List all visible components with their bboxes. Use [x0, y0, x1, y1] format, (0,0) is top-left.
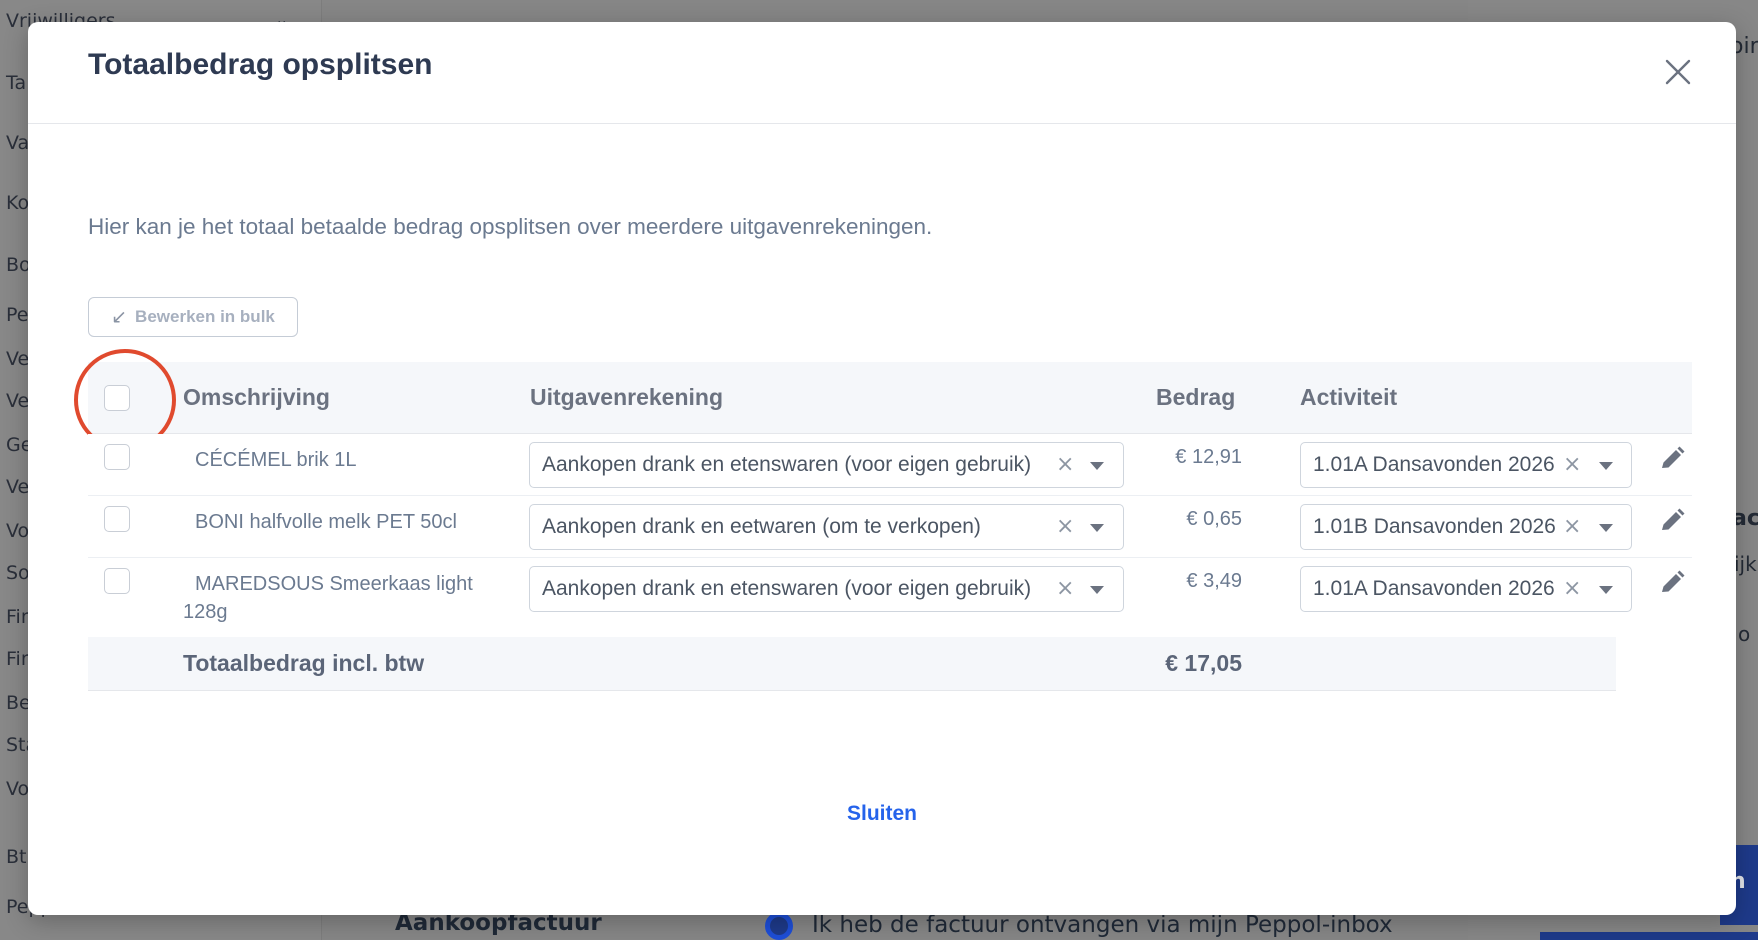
row-amount: € 3,49: [1186, 570, 1242, 592]
bulk-edit-button[interactable]: ↙ Bewerken in bulk: [88, 297, 298, 337]
pencil-icon[interactable]: [1658, 508, 1686, 536]
account-select-value: Aankopen drank en etenswaren (voor eigen…: [542, 577, 1032, 600]
chevron-down-icon[interactable]: [1599, 524, 1613, 532]
table-row: BONI halfvolle melk PET 50cl Aankopen dr…: [88, 496, 1692, 558]
bulk-edit-label: Bewerken in bulk: [135, 307, 275, 326]
row-amount: € 0,65: [1186, 508, 1242, 530]
account-select-value: Aankopen drank en etenswaren (voor eigen…: [542, 453, 1032, 476]
chevron-down-icon[interactable]: [1090, 462, 1104, 470]
bg-nav-item: Ve: [6, 390, 30, 412]
intro-text: Hier kan je het totaal betaalde bedrag o…: [88, 214, 933, 239]
bg-nav-item: Va: [6, 132, 30, 154]
close-button[interactable]: [1662, 56, 1694, 88]
account-select[interactable]: Aankopen drank en eetwaren (om te verkop…: [529, 504, 1124, 550]
clear-icon[interactable]: ×: [1056, 576, 1074, 601]
header-account: Uitgavenrekening: [530, 384, 723, 410]
table-header: Omschrijving Uitgavenrekening Bedrag Act…: [74, 349, 1692, 451]
arrow-down-left-icon: ↙: [111, 306, 128, 328]
clear-icon[interactable]: ×: [1056, 452, 1074, 477]
bg-nav-item: Bo: [6, 254, 31, 276]
clear-icon[interactable]: ×: [1563, 452, 1581, 477]
activity-select[interactable]: 1.01A Dansavonden 2026 ×: [1300, 442, 1632, 488]
bg-fragment: o: [1738, 622, 1751, 646]
bg-bottom-bar: [1540, 932, 1758, 940]
row-description: MAREDSOUS Smeerkaas light 128g: [183, 573, 473, 623]
bg-nav-item: Vo: [6, 520, 30, 542]
clear-icon[interactable]: ×: [1563, 576, 1581, 601]
table-row: MAREDSOUS Smeerkaas light 128g Aankopen …: [88, 558, 1692, 637]
activity-select[interactable]: 1.01A Dansavonden 2026 ×: [1300, 566, 1632, 612]
bg-nav-item: Vo: [6, 778, 30, 800]
activity-select[interactable]: 1.01B Dansavonden 2026 ×: [1300, 504, 1632, 550]
chevron-down-icon[interactable]: [1090, 586, 1104, 594]
close-icon: [1665, 59, 1691, 85]
split-table: Omschrijving Uitgavenrekening Bedrag Act…: [74, 349, 1692, 691]
table-row: CÉCÉMEL brik 1L Aankopen drank en etensw…: [88, 434, 1692, 496]
bg-nav-item: Ve: [6, 476, 30, 498]
bg-fragment: ijk: [1734, 552, 1757, 576]
clear-icon[interactable]: ×: [1056, 514, 1074, 539]
bg-nav-item: So: [6, 562, 30, 584]
row-checkbox[interactable]: [104, 506, 130, 532]
pencil-icon[interactable]: [1658, 446, 1686, 474]
select-all-checkbox[interactable]: [104, 385, 130, 411]
chevron-down-icon[interactable]: [1599, 462, 1613, 470]
row-checkbox[interactable]: [104, 568, 130, 594]
account-select[interactable]: Aankopen drank en etenswaren (voor eigen…: [529, 566, 1124, 612]
row-amount: € 12,91: [1175, 446, 1242, 468]
row-description: CÉCÉMEL brik 1L: [195, 449, 357, 471]
total-amount: € 17,05: [1165, 650, 1242, 676]
bg-nav-item: Ko: [6, 192, 30, 214]
clear-icon[interactable]: ×: [1563, 514, 1581, 539]
bg-nav-item: Pe: [6, 304, 29, 326]
bg-nav-item: Ta: [6, 72, 27, 94]
bg-radio-selected: [765, 912, 793, 940]
activity-select-value: 1.01A Dansavonden 2026: [1313, 577, 1555, 600]
row-description: BONI halfvolle melk PET 50cl: [195, 511, 457, 533]
header-amount: Bedrag: [1156, 384, 1236, 410]
modal-title: Totaalbedrag opsplitsen: [88, 48, 433, 81]
total-row: Totaalbedrag incl. btw € 17,05: [88, 637, 1616, 691]
split-amount-modal: Totaalbedrag opsplitsen Hier kan je het …: [28, 22, 1736, 915]
close-link-button[interactable]: Sluiten: [28, 802, 1736, 826]
header-description: Omschrijving: [183, 384, 330, 410]
row-checkbox[interactable]: [104, 444, 130, 470]
total-label: Totaalbedrag incl. btw: [183, 650, 425, 676]
activity-select-value: 1.01B Dansavonden 2026: [1313, 515, 1556, 538]
activity-select-value: 1.01A Dansavonden 2026: [1313, 453, 1555, 476]
bg-nav-item: Ve: [6, 348, 30, 370]
bg-radio-label: Ik heb de factuur ontvangen via mijn Pep…: [812, 912, 1393, 938]
header-activity: Activiteit: [1300, 384, 1398, 410]
account-select[interactable]: Aankopen drank en etenswaren (voor eigen…: [529, 442, 1124, 488]
chevron-down-icon[interactable]: [1090, 524, 1104, 532]
pencil-icon[interactable]: [1658, 570, 1686, 598]
account-select-value: Aankopen drank en eetwaren (om te verkop…: [542, 515, 981, 538]
bg-nav-item: Bt: [6, 846, 27, 868]
modal-header: Totaalbedrag opsplitsen: [28, 22, 1736, 124]
chevron-down-icon[interactable]: [1599, 586, 1613, 594]
